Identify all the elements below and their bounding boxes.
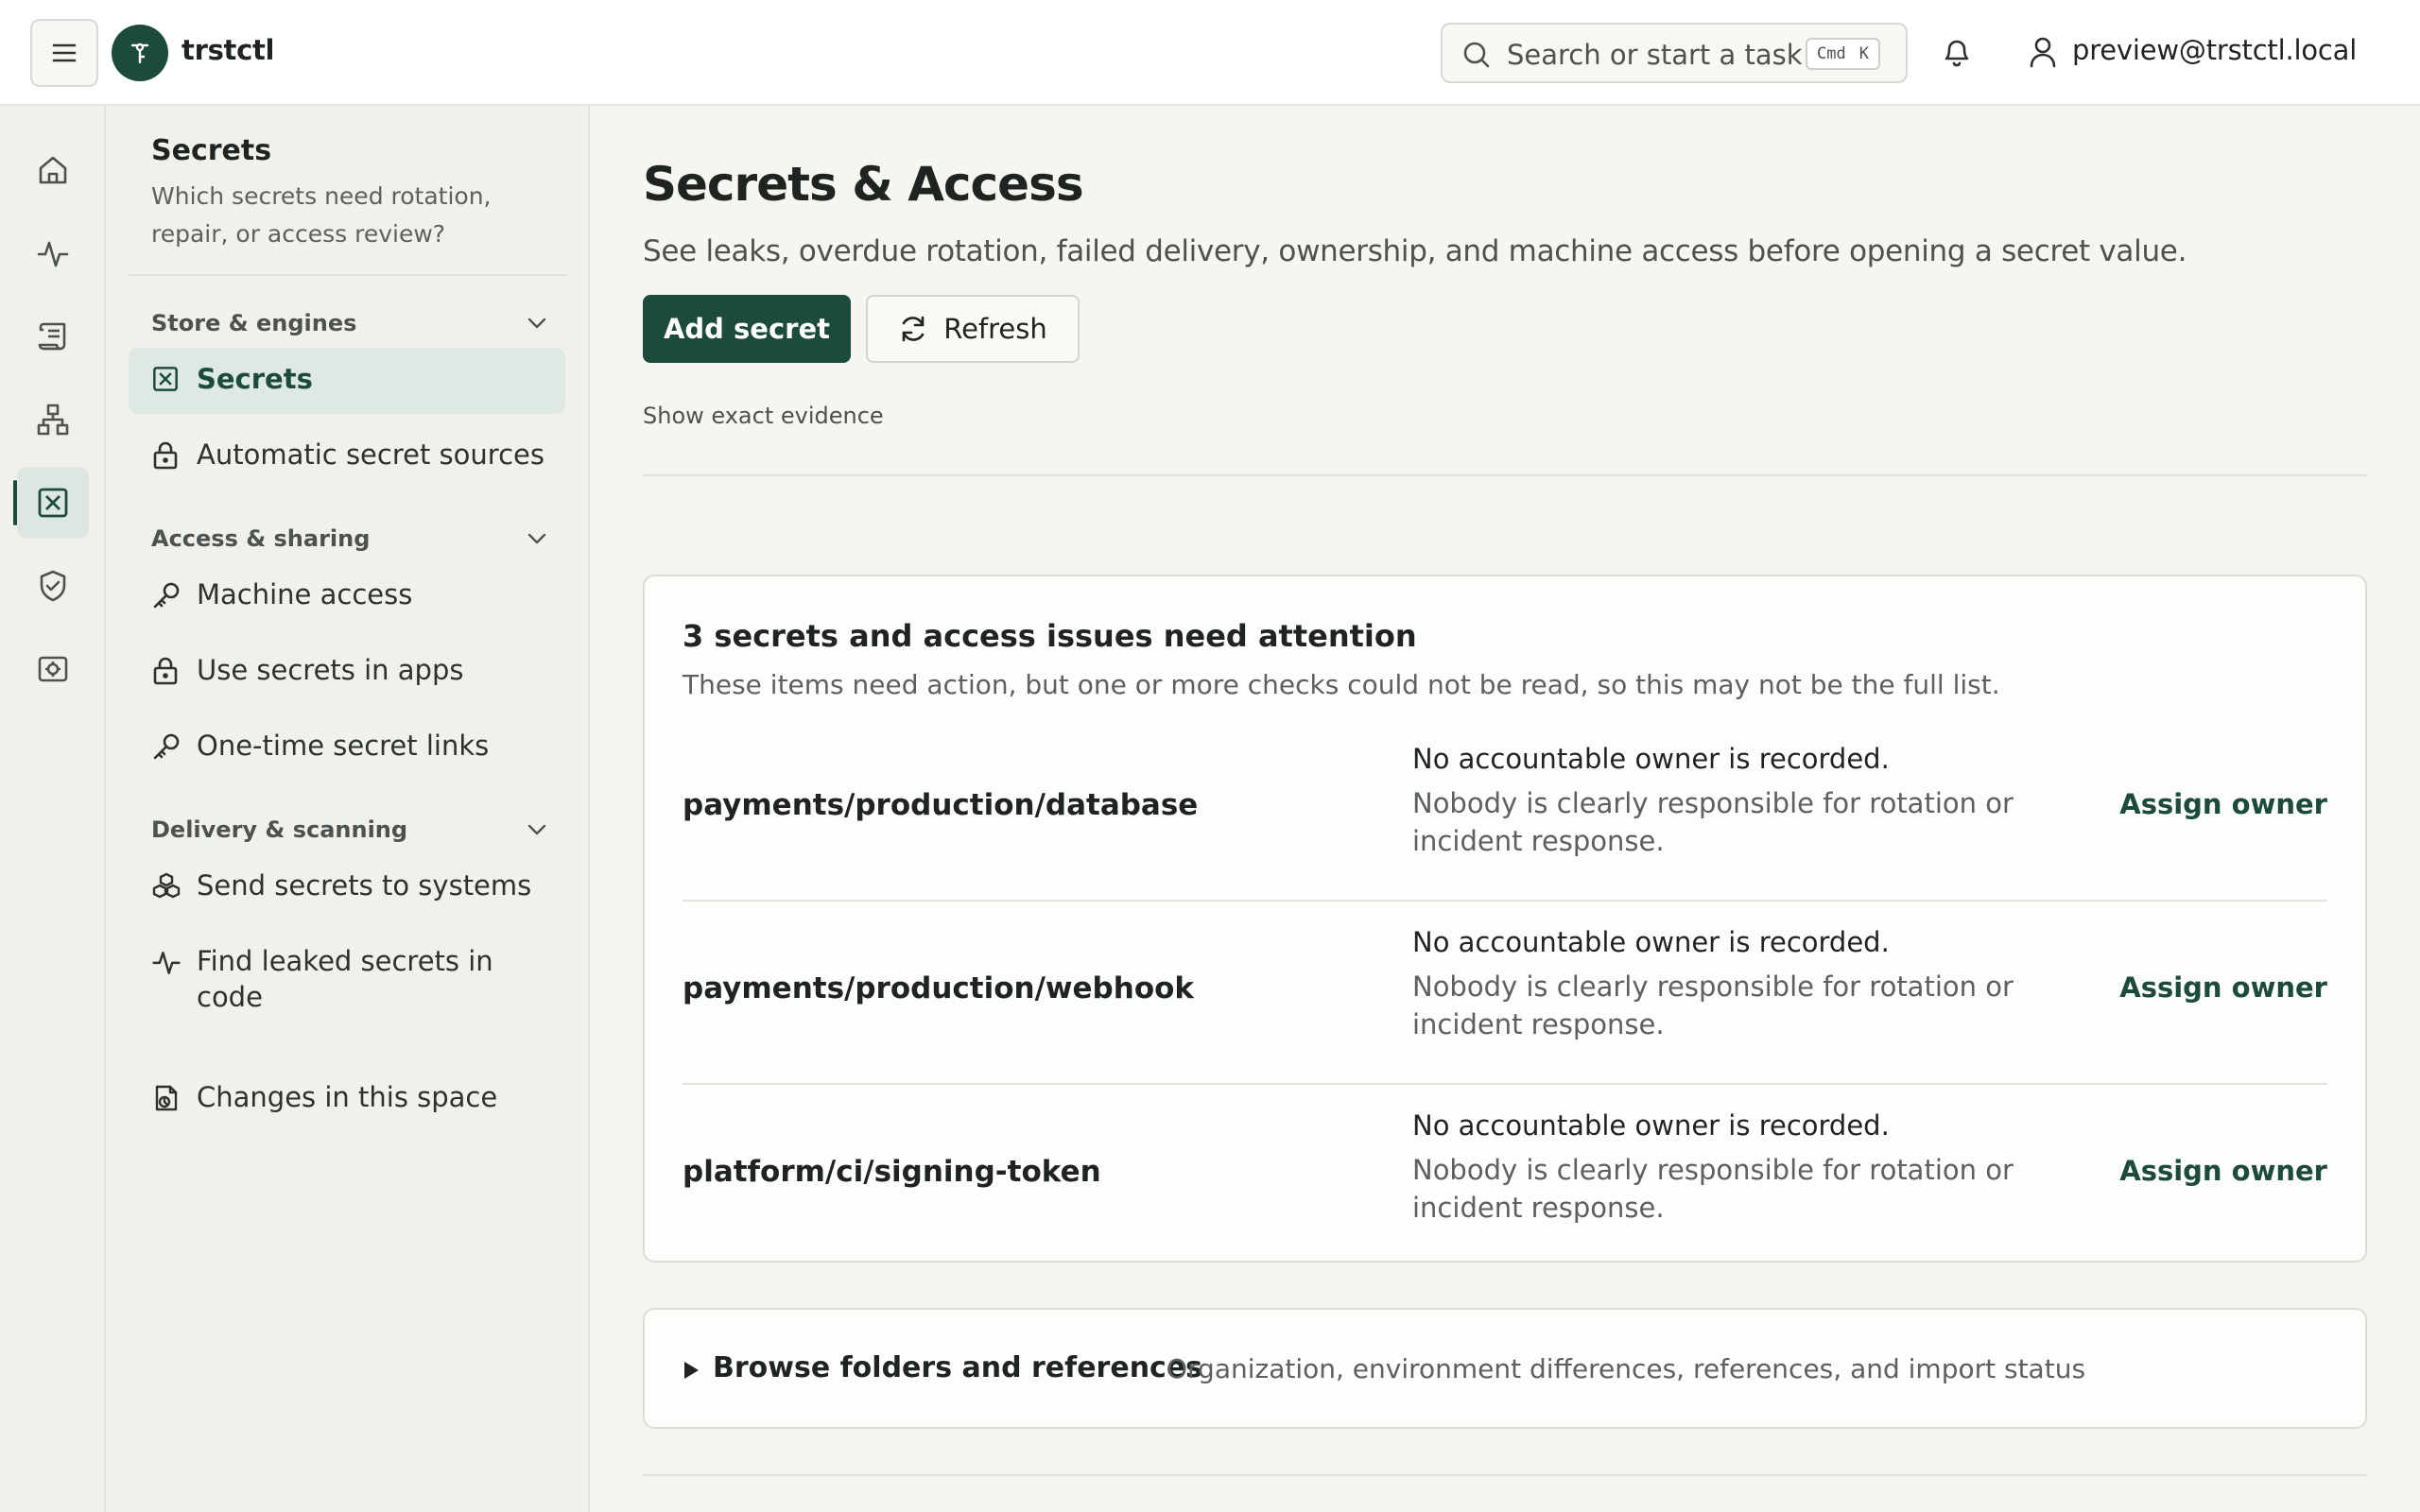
divider: [129, 274, 567, 276]
group-label: Access & sharing: [151, 525, 371, 552]
divider: [643, 1474, 2367, 1476]
issue-headline: No accountable owner is recorded.: [1412, 1109, 1890, 1142]
sidebar-title: Secrets: [151, 134, 272, 167]
refresh-icon: [898, 314, 928, 344]
browse-description: Organization, environment differences, r…: [1167, 1353, 2086, 1384]
sidebar-item-label: Use secrets in apps: [197, 654, 464, 686]
issue-detail: Nobody is clearly responsible for rotati…: [1412, 787, 2014, 857]
shield-key-icon: [129, 40, 151, 66]
user-email[interactable]: preview@trstctl.local: [2072, 34, 2357, 66]
chevron-down-icon: [527, 533, 546, 544]
group-label: Delivery & scanning: [151, 816, 408, 843]
secret-name[interactable]: payments/production/webhook: [683, 971, 1194, 1005]
rail-home[interactable]: [17, 134, 89, 206]
rail-settings[interactable]: [17, 633, 89, 705]
group-delivery-scanning[interactable]: Delivery & scanning: [151, 811, 546, 849]
sidebar-item-changes[interactable]: Changes in this space: [129, 1066, 565, 1132]
shortcut-key: K: [1858, 44, 1869, 63]
rail-activity[interactable]: [17, 217, 89, 289]
search-icon: [1461, 40, 1492, 70]
key-icon: [151, 731, 182, 762]
rail-network[interactable]: [17, 384, 89, 455]
user-icon[interactable]: [2029, 36, 2057, 68]
shortcut-modifier: Cmd: [1817, 44, 1846, 63]
show-evidence-link[interactable]: Show exact evidence: [643, 403, 884, 429]
search-placeholder: Search or start a task: [1507, 39, 1803, 71]
secret-name[interactable]: payments/production/database: [683, 788, 1198, 822]
icon-rail: [0, 106, 106, 1512]
attention-description: These items need action, but one or more…: [683, 669, 2000, 700]
assign-owner-link[interactable]: Assign owner: [2119, 1155, 2327, 1187]
sidebar-item-label: Changes in this space: [197, 1081, 498, 1113]
attention-title: 3 secrets and access issues need attenti…: [683, 618, 1417, 654]
group-label: Store & engines: [151, 310, 357, 336]
sidebar-description: Which secrets need rotation, repair, or …: [151, 182, 492, 248]
activity-icon: [151, 947, 182, 977]
issue-row: platform/ci/signing-token No accountable…: [683, 1085, 2327, 1268]
scroll-icon: [36, 319, 70, 353]
divider: [643, 474, 2367, 476]
search-input[interactable]: Search or start a task Cmd K: [1441, 23, 1908, 83]
secret-box-icon: [36, 486, 70, 520]
cubes-icon: [151, 871, 182, 902]
lock-icon: [151, 656, 180, 686]
add-secret-button[interactable]: Add secret: [643, 295, 851, 363]
brand-logo[interactable]: [112, 25, 168, 81]
chevron-down-icon: [527, 318, 546, 329]
secondary-nav: Secrets Which secrets need rotation, rep…: [106, 106, 590, 1512]
triangle-right-icon: [683, 1361, 700, 1380]
shield-check-icon: [36, 569, 70, 603]
rail-secrets[interactable]: [13, 467, 89, 539]
network-icon: [36, 403, 70, 437]
refresh-label: Refresh: [943, 313, 1047, 345]
assign-owner-link[interactable]: Assign owner: [2119, 788, 2327, 820]
sidebar-item-secrets[interactable]: Secrets: [129, 348, 565, 414]
sidebar-item-machine-access[interactable]: Machine access: [129, 563, 565, 629]
issue-detail: Nobody is clearly responsible for rotati…: [1412, 1154, 2014, 1224]
hamburger-icon: [52, 43, 77, 63]
sidebar-item-automatic-secret-sources[interactable]: Automatic secret sources: [129, 423, 565, 490]
sidebar-item-label: Send secrets to systems: [197, 869, 532, 902]
bell-icon[interactable]: [1942, 36, 1972, 68]
top-bar: trstctl Search or start a task Cmd K pre…: [0, 0, 2420, 106]
menu-button[interactable]: [30, 19, 98, 87]
group-store-engines[interactable]: Store & engines: [151, 304, 546, 342]
group-access-sharing[interactable]: Access & sharing: [151, 520, 546, 558]
issue-row: payments/production/database No accounta…: [683, 718, 2327, 902]
rail-security[interactable]: [17, 550, 89, 622]
key-icon: [151, 580, 182, 610]
assign-owner-link[interactable]: Assign owner: [2119, 971, 2327, 1004]
keyboard-shortcut: Cmd K: [1806, 38, 1880, 70]
page-title: Secrets & Access: [643, 157, 1084, 212]
chevron-down-icon: [527, 824, 546, 835]
sidebar-item-label: Secrets: [197, 363, 313, 395]
sidebar-item-label: Find leaked secrets in code: [197, 945, 493, 1013]
secret-box-icon: [151, 365, 180, 393]
settings-box-icon: [36, 652, 70, 686]
issue-detail: Nobody is clearly responsible for rotati…: [1412, 971, 2014, 1040]
sidebar-item-label: Machine access: [197, 578, 413, 610]
issue-headline: No accountable owner is recorded.: [1412, 743, 1890, 775]
lock-icon: [151, 440, 180, 471]
page-subtitle: See leaks, overdue rotation, failed deli…: [643, 234, 2187, 268]
issue-row: payments/production/webhook No accountab…: [683, 902, 2327, 1085]
sidebar-item-label: One-time secret links: [197, 730, 490, 762]
browse-folders-disclosure[interactable]: Browse folders and references Organizati…: [643, 1308, 2367, 1429]
rail-logs[interactable]: [17, 301, 89, 372]
home-icon: [36, 153, 70, 187]
brand-name: trstctl: [182, 34, 275, 66]
sidebar-item-find-leaked-secrets[interactable]: Find leaked secrets in code: [129, 930, 565, 1034]
refresh-button[interactable]: Refresh: [866, 295, 1080, 363]
history-icon: [151, 1083, 182, 1113]
activity-icon: [36, 236, 70, 270]
sidebar-item-label: Automatic secret sources: [197, 438, 544, 471]
browse-title: Browse folders and references: [713, 1351, 1203, 1384]
issue-headline: No accountable owner is recorded.: [1412, 926, 1890, 958]
attention-card: 3 secrets and access issues need attenti…: [643, 575, 2367, 1263]
secret-name[interactable]: platform/ci/signing-token: [683, 1155, 1101, 1189]
sidebar-item-one-time-secret-links[interactable]: One-time secret links: [129, 714, 565, 781]
sidebar-item-use-secrets-in-apps[interactable]: Use secrets in apps: [129, 639, 565, 705]
sidebar-item-send-secrets-to-systems[interactable]: Send secrets to systems: [129, 854, 565, 920]
